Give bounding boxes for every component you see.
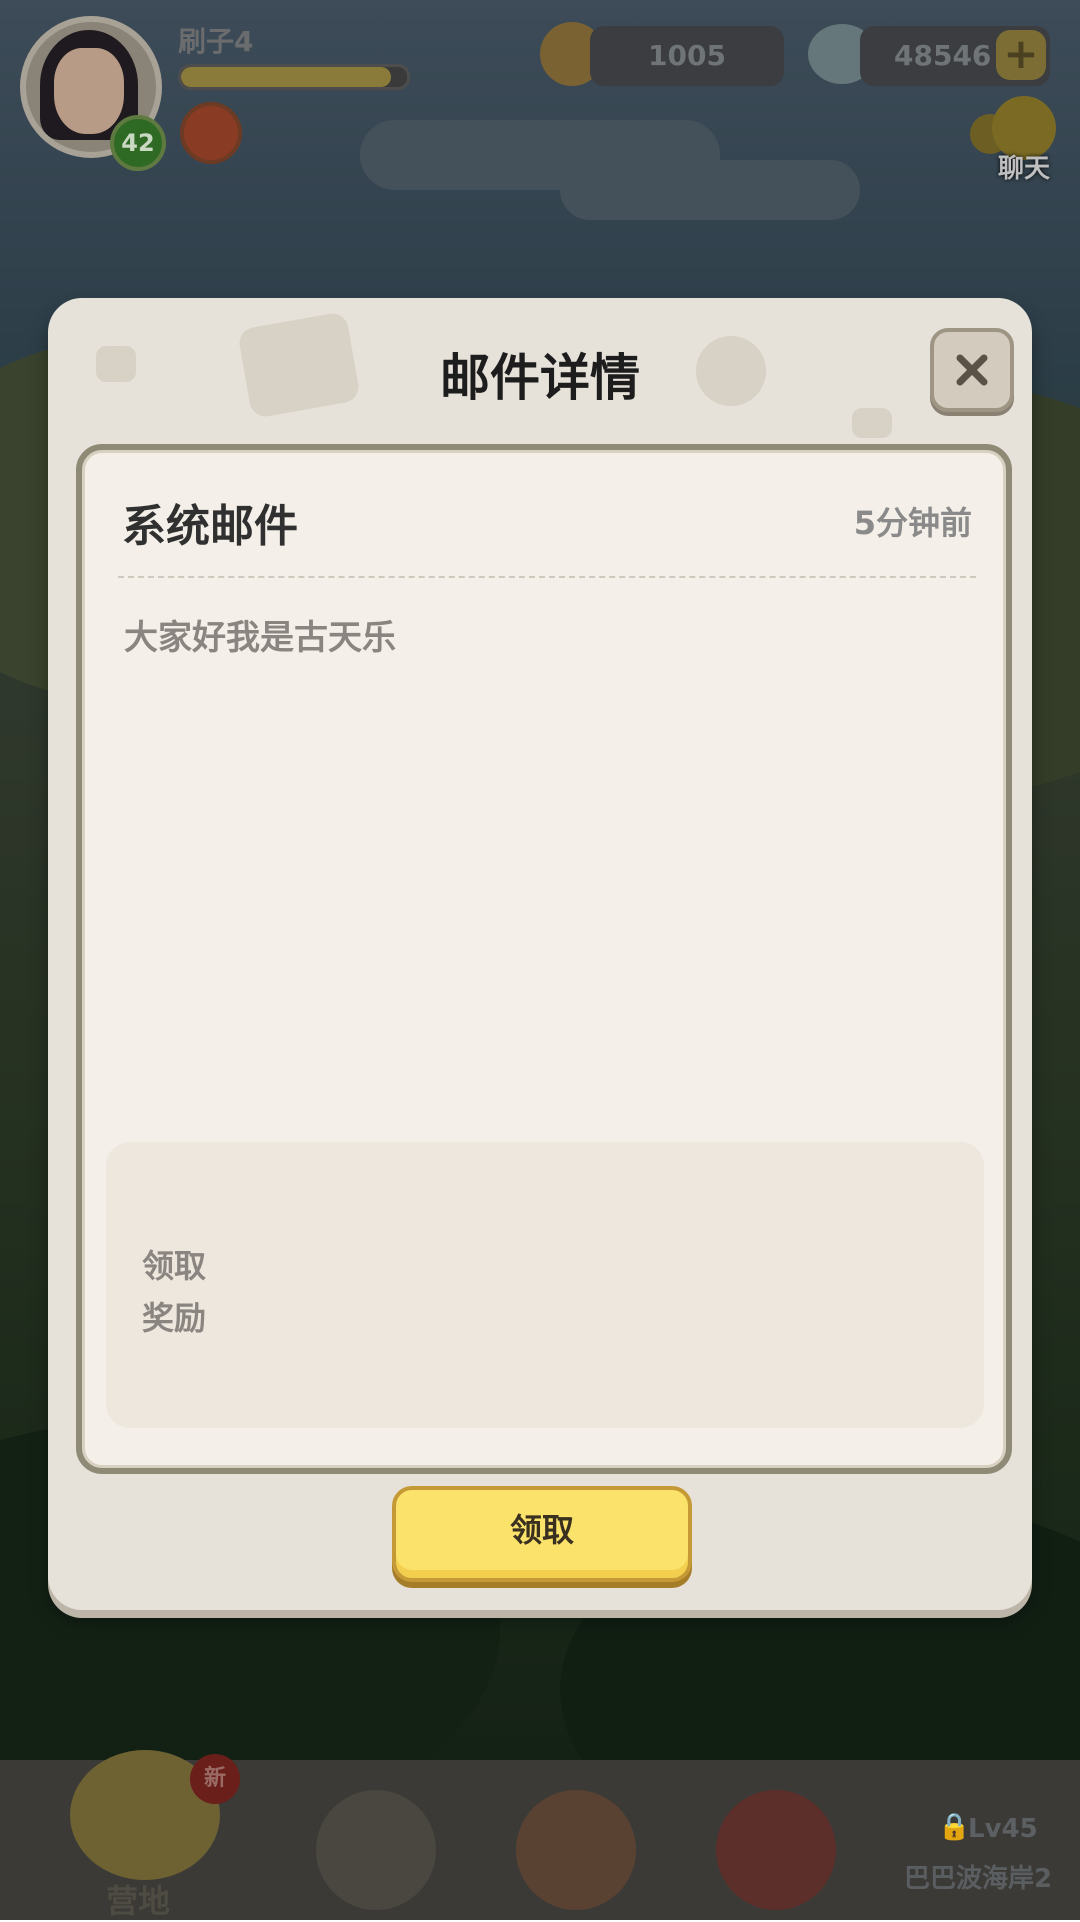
close-icon (956, 354, 988, 386)
player-name: 刷子4 (178, 25, 254, 58)
nav-label-camp: 营地 (105, 1882, 170, 1920)
avatar-face (54, 48, 124, 134)
dialog-title: 邮件详情 (440, 349, 640, 407)
mail-timestamp: 5分钟前 (853, 504, 972, 542)
bottom-nav: 新 营地 🔒 Lv45 巴巴波海岸2 (0, 1750, 1080, 1920)
mail-card: 系统邮件 5分钟前 大家好我是古天乐 领取 奖励 (76, 444, 1012, 1474)
reward-label: 领取 奖励 (142, 1240, 206, 1344)
chat-label: 聊天 (997, 154, 1050, 184)
mail-detail-dialog: 邮件详情 系统邮件 5分钟前 大家好我是古天乐 领取 奖励 领取 (48, 298, 1032, 1610)
reward-label-line2: 奖励 (142, 1299, 207, 1337)
chat-button[interactable]: 聊天 (966, 96, 1062, 186)
divider (118, 576, 976, 578)
hero-character-icon (316, 1790, 436, 1910)
plus-icon[interactable]: + (996, 30, 1046, 80)
reward-label-line1: 领取 (142, 1247, 207, 1285)
exp-bar-fill (181, 67, 392, 87)
player-level-badge: 42 (110, 115, 166, 171)
nav-tab-tribe[interactable] (476, 1760, 676, 1920)
mail-body-text: 大家好我是古天乐 (124, 618, 396, 658)
locked-stage-level: Lv45 (968, 1814, 1038, 1844)
locked-stage-name: 巴巴波海岸2 (903, 1864, 1053, 1894)
nav-tab-camp[interactable]: 新 营地 (0, 1750, 276, 1920)
claim-button[interactable]: 领取 (392, 1486, 692, 1582)
pet-character-icon (716, 1790, 836, 1910)
currency-a-display: 1005 (590, 26, 784, 86)
close-button[interactable] (930, 328, 1014, 412)
buff-badge-icon[interactable] (180, 102, 242, 164)
nav-tab-locked-stage[interactable]: 🔒 Lv45 巴巴波海岸2 (876, 1760, 1080, 1920)
stone-deco-icon (852, 408, 892, 438)
nav-tab-hero[interactable] (276, 1760, 476, 1920)
mail-heading: 系统邮件 (122, 501, 298, 552)
nav-tab-pet[interactable] (676, 1760, 876, 1920)
tribe-mask-icon (516, 1790, 636, 1910)
lock-icon: 🔒 (938, 1812, 971, 1842)
exp-bar (178, 64, 410, 90)
new-badge: 新 (190, 1754, 240, 1804)
reward-area: 领取 奖励 (106, 1142, 984, 1428)
